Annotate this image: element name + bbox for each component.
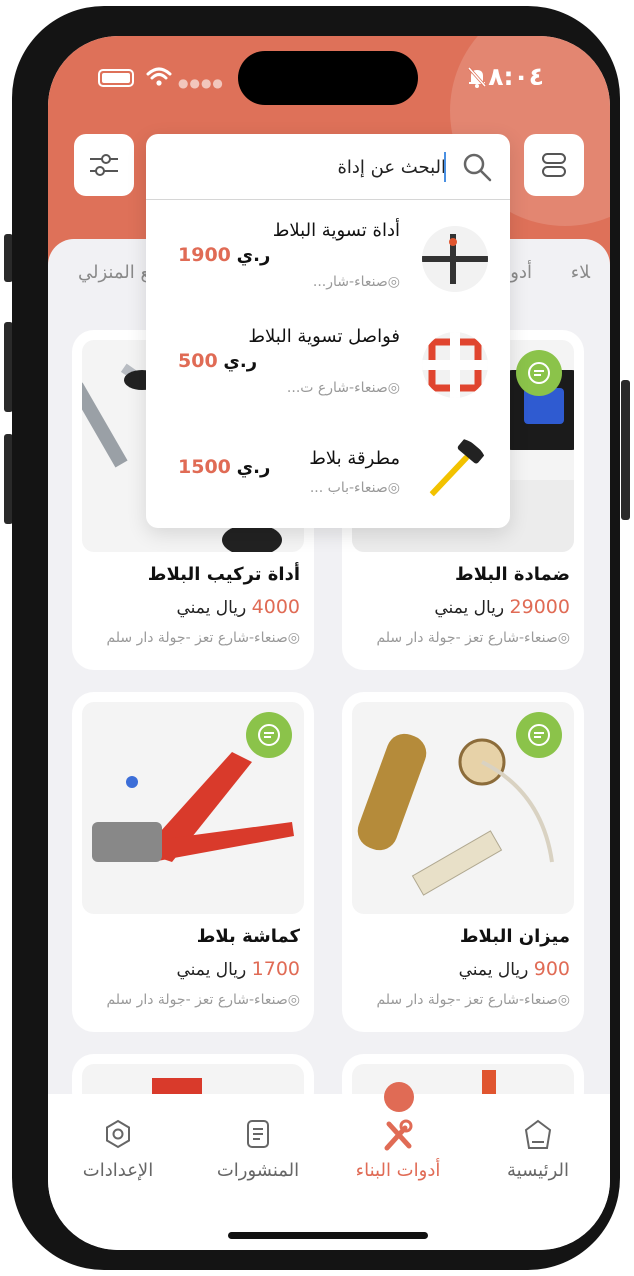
- search-result[interactable]: فواصل تسوية البلاط ◎صنعاء-شارع ت... ر.ي …: [146, 312, 510, 416]
- app-screen: ●●●● ٨:٠٤ ﻼء أدو بيع المنزلي ضمادة البلا…: [48, 36, 610, 1250]
- nav-item-home[interactable]: الرئيسية: [478, 1118, 598, 1188]
- nav-label: الرئيسية: [507, 1160, 569, 1181]
- result-price: ر.ي 1500: [178, 456, 270, 478]
- location-text: صنعاء-باب ...: [309, 480, 388, 496]
- nav-item-posts[interactable]: المنشورات: [198, 1118, 318, 1188]
- chat-icon: [528, 724, 550, 746]
- category-item[interactable]: أدو: [510, 262, 532, 283]
- nav-item-settings[interactable]: الإعدادات: [58, 1118, 178, 1188]
- location-text: صنعاء-شارع تعز -جولة دار سلم: [106, 630, 288, 646]
- nav-label: المنشورات: [216, 1160, 300, 1181]
- result-image: [422, 438, 488, 504]
- nav-label: الإعدادات: [82, 1160, 154, 1181]
- result-price: ر.ي 1900: [178, 244, 270, 266]
- product-location: ◎صنعاء-شارع تعز -جولة دار سلم: [376, 992, 570, 1008]
- product-name: ميزان البلاط: [459, 926, 570, 947]
- search-input[interactable]: [206, 150, 446, 184]
- menu-icon: [542, 153, 566, 177]
- price-currency: ريال يمني: [176, 598, 247, 618]
- price-currency: ريال يمني: [458, 960, 529, 980]
- price-currency: ريال يمني: [434, 598, 505, 618]
- bell-muted-icon: [467, 67, 487, 88]
- status-time: ٨:٠٤: [488, 62, 544, 91]
- price-value: 1700: [251, 958, 300, 980]
- menu-button[interactable]: [524, 134, 584, 196]
- result-image: [422, 226, 488, 292]
- result-title: فواصل تسوية البلاط: [248, 326, 400, 347]
- settings-icon: [106, 1119, 130, 1149]
- result-location: ◎صنعاء-شار...: [312, 274, 400, 290]
- search-icon: [463, 153, 492, 182]
- product-location: ◎صنعاء-شارع تعز -جولة دار سلم: [106, 992, 300, 1008]
- location-text: صنعاء-شارع تعز -جولة دار سلم: [106, 992, 288, 1008]
- text-cursor: [444, 152, 446, 182]
- nav-item-tools[interactable]: أدوات البناء: [338, 1118, 458, 1188]
- result-title: أداة تسوية البلاط: [272, 220, 400, 241]
- sliders-icon: [90, 154, 118, 176]
- product-card[interactable]: كماشة بلاط 1700 ريال يمني ◎صنعاء-شارع تع…: [72, 692, 314, 1032]
- search-result[interactable]: مطرقة بلاط ◎صنعاء-باب ... ر.ي 1500: [146, 418, 510, 522]
- product-price: 4000 ريال يمني: [176, 596, 300, 618]
- price-value: 1500: [178, 456, 231, 478]
- home-icon: [524, 1119, 552, 1149]
- result-price: ر.ي 500: [178, 350, 257, 372]
- signal-icon: ●●●●: [178, 76, 224, 90]
- posts-icon: [247, 1120, 269, 1148]
- active-indicator: [384, 1082, 414, 1112]
- price-currency: ر.ي: [236, 457, 271, 478]
- price-currency: ر.ي: [236, 245, 271, 266]
- location-text: صنعاء-شارع تعز -جولة دار سلم: [376, 992, 558, 1008]
- result-location: ◎صنعاء-شارع ت...: [286, 380, 400, 396]
- nav-label: أدوات البناء: [355, 1160, 441, 1181]
- product-price: 29000 ريال يمني: [434, 596, 570, 618]
- phone-frame: ●●●● ٨:٠٤ ﻼء أدو بيع المنزلي ضمادة البلا…: [12, 6, 620, 1270]
- chat-icon: [258, 724, 280, 746]
- wifi-icon: [146, 67, 172, 86]
- filter-button[interactable]: [74, 134, 134, 196]
- price-currency: ريال يمني: [176, 960, 247, 980]
- chat-button[interactable]: [516, 712, 562, 758]
- bottom-nav: الرئيسية أدوات البناء المنشورات الإعدادا…: [48, 1082, 610, 1250]
- search-dropdown: أداة تسوية البلاط ◎صنعاء-شار... ر.ي 1900…: [146, 134, 510, 528]
- price-value: 4000: [251, 596, 300, 618]
- product-name: كماشة بلاط: [196, 926, 300, 947]
- price-currency: ر.ي: [223, 351, 258, 372]
- result-image: [422, 332, 488, 398]
- product-name: ضمادة البلاط: [455, 564, 570, 585]
- tools-icon: [384, 1119, 413, 1151]
- category-item[interactable]: ﻼء: [571, 262, 590, 283]
- product-name: أداة تركيب البلاط: [147, 564, 300, 585]
- product-card[interactable]: ميزان البلاط 900 ريال يمني ◎صنعاء-شارع ت…: [342, 692, 584, 1032]
- price-value: 500: [178, 350, 218, 372]
- chat-icon: [528, 362, 550, 384]
- location-text: صنعاء-شار...: [312, 274, 388, 290]
- search-result[interactable]: أداة تسوية البلاط ◎صنعاء-شار... ر.ي 1900: [146, 206, 510, 310]
- price-value: 900: [533, 958, 570, 980]
- power-button[interactable]: [621, 380, 630, 520]
- result-location: ◎صنعاء-باب ...: [309, 480, 400, 496]
- battery-icon: [98, 69, 134, 87]
- dynamic-island: [238, 51, 418, 105]
- product-price: 1700 ريال يمني: [176, 958, 300, 980]
- chat-button[interactable]: [516, 350, 562, 396]
- search-bar: [146, 134, 510, 200]
- price-value: 29000: [509, 596, 570, 618]
- product-location: ◎صنعاء-شارع تعز -جولة دار سلم: [376, 630, 570, 646]
- chat-button[interactable]: [246, 712, 292, 758]
- location-text: صنعاء-شارع تعز -جولة دار سلم: [376, 630, 558, 646]
- location-text: صنعاء-شارع ت...: [286, 380, 388, 396]
- product-location: ◎صنعاء-شارع تعز -جولة دار سلم: [106, 630, 300, 646]
- home-indicator: [228, 1232, 428, 1239]
- price-value: 1900: [178, 244, 231, 266]
- product-price: 900 ريال يمني: [459, 958, 570, 980]
